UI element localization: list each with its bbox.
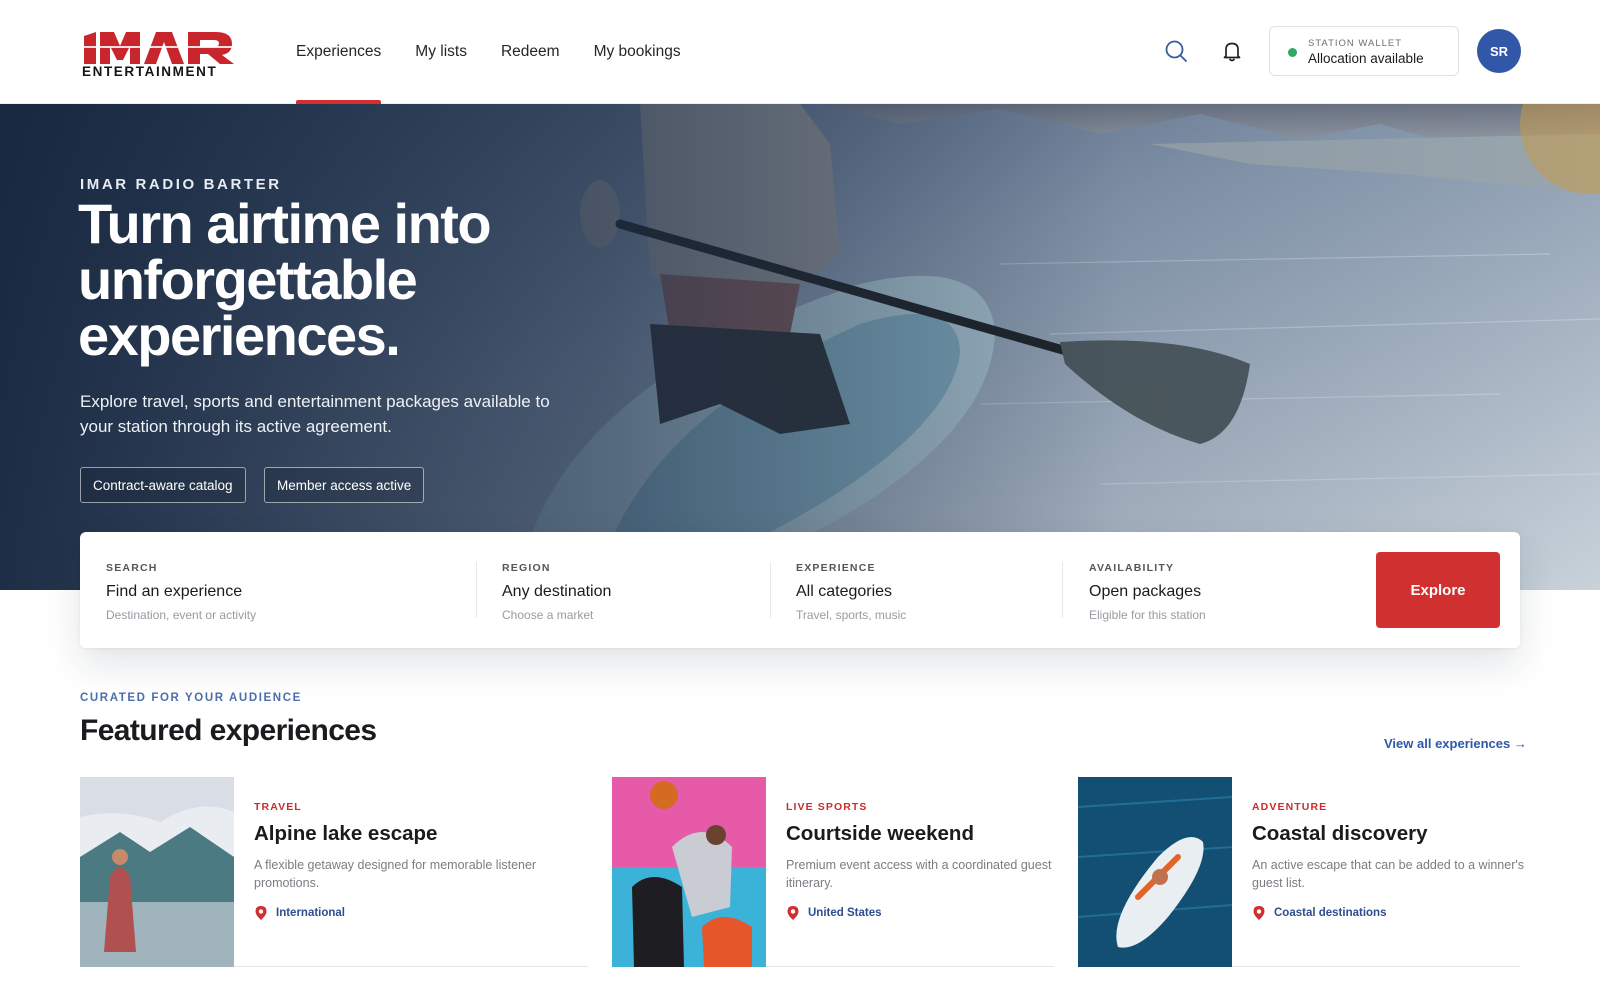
station-wallet[interactable]: STATION WALLET Allocation available [1269, 26, 1459, 76]
card-image-courtside [612, 777, 766, 967]
search-field-hint: Destination, event or activity [106, 608, 257, 622]
availability-hint: Eligible for this station [1089, 608, 1206, 622]
wallet-status-dot [1288, 48, 1297, 57]
top-header: ENTERTAINMENT Experiences My lists Redee… [0, 0, 1600, 104]
experience-hint: Travel, sports, music [796, 608, 907, 622]
card-title: Coastal discovery [1252, 822, 1428, 845]
logo-subtitle: ENTERTAINMENT [82, 64, 218, 79]
card-category: LIVE SPORTS [786, 801, 868, 813]
card-body: TRAVEL Alpine lake escape A flexible get… [254, 801, 588, 921]
card-image-coastal [1078, 777, 1232, 967]
region-select[interactable]: REGION Any destination Choose a market [502, 532, 752, 648]
card-title: Alpine lake escape [254, 822, 438, 845]
nav-experiences[interactable]: Experiences [296, 0, 382, 104]
experience-card-courtside-weekend[interactable]: LIVE SPORTS Courtside weekend Premium ev… [612, 777, 1054, 967]
featured-eyebrow: CURATED FOR YOUR AUDIENCE [80, 692, 302, 704]
location-pin-icon [1253, 906, 1265, 920]
logo-wordmark [82, 32, 234, 64]
region-value: Any destination [502, 583, 612, 600]
experience-card-coastal-discovery[interactable]: ADVENTURE Coastal discovery An active es… [1078, 777, 1524, 967]
location-pin-icon [787, 906, 799, 920]
bell-icon[interactable] [1218, 37, 1246, 65]
experience-card-alpine-lake-escape[interactable]: TRAVEL Alpine lake escape A flexible get… [80, 777, 588, 967]
availability-label: AVAILABILITY [1089, 562, 1175, 574]
card-category: ADVENTURE [1252, 801, 1328, 813]
main-nav: Experiences My lists Redeem My bookings [296, 0, 681, 104]
divider [476, 562, 477, 618]
divider [770, 562, 771, 618]
card-location: United States [786, 905, 1054, 921]
experience-label: EXPERIENCE [796, 562, 876, 574]
search-field[interactable]: SEARCH Find an experience Destination, e… [106, 532, 446, 648]
region-hint: Choose a market [502, 608, 594, 622]
card-location-text: United States [808, 907, 882, 919]
featured-title: Featured experiences [80, 714, 377, 747]
card-body: ADVENTURE Coastal discovery An active es… [1252, 801, 1524, 921]
experience-category-select[interactable]: EXPERIENCE All categories Travel, sports… [796, 532, 1046, 648]
card-location-text: International [276, 907, 346, 919]
view-all-experiences-link[interactable]: View all experiences → [1384, 736, 1527, 751]
card-category: TRAVEL [254, 801, 302, 813]
card-title: Courtside weekend [786, 822, 974, 845]
search-field-label: SEARCH [106, 562, 158, 574]
hero-title: Turn airtime into unforgettable experien… [78, 192, 492, 367]
nav-my-lists[interactable]: My lists [415, 0, 467, 104]
experience-value: All categories [796, 583, 893, 600]
user-avatar[interactable]: SR [1477, 29, 1521, 73]
card-location-text: Coastal destinations [1274, 907, 1387, 919]
chip-member-access-active: Member access active [264, 467, 425, 503]
hero-eyebrow: IMAR RADIO BARTER [80, 176, 282, 193]
card-description: An active escape that can be added to a … [1252, 858, 1525, 890]
availability-value: Open packages [1089, 583, 1202, 600]
hero-banner: IMAR RADIO BARTER Turn airtime into unfo… [0, 104, 1600, 590]
wallet-label: STATION WALLET [1308, 38, 1403, 49]
search-icon[interactable] [1162, 37, 1190, 65]
nav-redeem[interactable]: Redeem [501, 0, 560, 104]
brand-logo[interactable]: ENTERTAINMENT [80, 26, 236, 79]
card-description: A flexible getaway designed for memorabl… [254, 858, 537, 890]
wallet-value: Allocation available [1308, 51, 1424, 66]
divider [1062, 562, 1063, 618]
hero-subtitle: Explore travel, sports and entertainment… [80, 392, 550, 436]
card-body: LIVE SPORTS Courtside weekend Premium ev… [786, 801, 1054, 921]
chip-contract-aware-catalog: Contract-aware catalog [80, 467, 246, 503]
search-field-value: Find an experience [106, 583, 243, 600]
card-description: Premium event access with a coordinated … [786, 858, 1052, 890]
nav-my-bookings[interactable]: My bookings [594, 0, 681, 104]
experience-search-bar: SEARCH Find an experience Destination, e… [80, 532, 1520, 648]
explore-button[interactable]: Explore [1376, 552, 1500, 628]
card-image-alpine-lake [80, 777, 234, 967]
availability-select[interactable]: AVAILABILITY Open packages Eligible for … [1089, 532, 1349, 648]
card-location: International [254, 905, 588, 921]
card-location: Coastal destinations [1252, 905, 1520, 921]
region-label: REGION [502, 562, 551, 574]
location-pin-icon [255, 906, 267, 920]
